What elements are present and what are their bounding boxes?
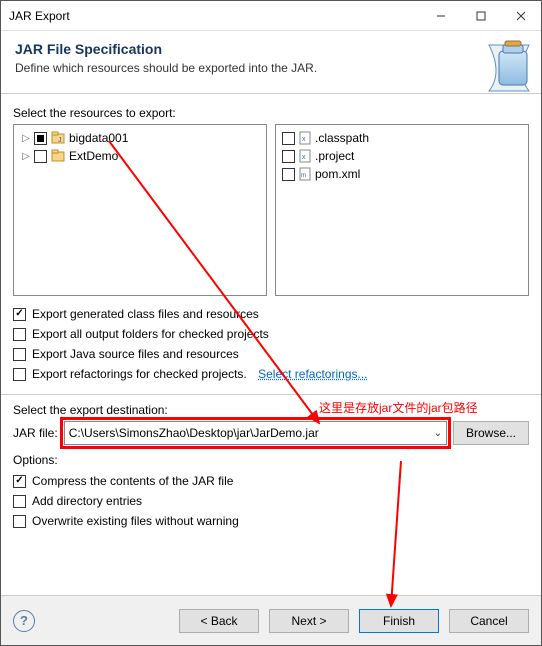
checkbox[interactable] — [13, 515, 26, 528]
opt-overwrite[interactable]: Overwrite existing files without warning — [13, 511, 529, 531]
file-icon: x — [299, 149, 311, 163]
opt-output-folders[interactable]: Export all output folders for checked pr… — [13, 324, 529, 344]
file-icon: m — [299, 167, 311, 181]
opt-compress[interactable]: Compress the contents of the JAR file — [13, 471, 529, 491]
checkbox[interactable] — [34, 150, 47, 163]
file-label: .project — [315, 149, 354, 163]
file-list-pane[interactable]: x .classpath x .project m pom.xml — [275, 124, 529, 296]
destination-row: JAR file: C:\Users\SimonsZhao\Desktop\ja… — [13, 421, 529, 445]
checkbox[interactable] — [282, 168, 295, 181]
opt-label: Export Java source files and resources — [32, 347, 239, 361]
export-options: Export generated class files and resourc… — [13, 304, 529, 384]
opt-label: Export refactorings for checked projects… — [32, 367, 247, 381]
checkbox[interactable] — [282, 150, 295, 163]
opt-label: Compress the contents of the JAR file — [32, 474, 233, 488]
opt-refactorings[interactable]: Export refactorings for checked projects… — [13, 364, 529, 384]
project-icon — [51, 149, 65, 163]
chevron-down-icon[interactable]: ⌄ — [434, 428, 442, 439]
window-title: JAR Export — [9, 9, 421, 23]
list-item[interactable]: x .classpath — [280, 129, 524, 147]
checkbox[interactable] — [13, 368, 26, 381]
file-label: pom.xml — [315, 167, 360, 181]
help-button[interactable]: ? — [13, 610, 35, 632]
checkbox[interactable] — [34, 132, 47, 145]
svg-text:m: m — [301, 173, 306, 179]
jar-file-combo[interactable]: C:\Users\SimonsZhao\Desktop\jar\JarDemo.… — [64, 421, 447, 445]
jar-icon — [485, 37, 535, 98]
close-button[interactable] — [501, 1, 541, 30]
list-item[interactable]: m pom.xml — [280, 165, 524, 183]
dialog-body: Select the resources to export: ▷ J bigd… — [1, 94, 541, 531]
opt-label: Export all output folders for checked pr… — [32, 327, 269, 341]
tree-item-label: ExtDemo — [69, 149, 118, 163]
page-title: JAR File Specification — [15, 41, 527, 57]
checkbox[interactable] — [282, 132, 295, 145]
checkbox[interactable] — [13, 348, 26, 361]
tree-row[interactable]: ▷ J bigdata001 — [18, 129, 262, 147]
minimize-button[interactable] — [421, 1, 461, 30]
page-subtitle: Define which resources should be exporte… — [15, 61, 527, 75]
options-group: Options: Compress the contents of the JA… — [13, 453, 529, 531]
finish-button[interactable]: Finish — [359, 609, 439, 633]
file-icon: x — [299, 131, 311, 145]
expand-icon[interactable]: ▷ — [20, 151, 32, 162]
checkbox[interactable] — [13, 328, 26, 341]
project-tree-pane[interactable]: ▷ J bigdata001 ▷ ExtDemo — [13, 124, 267, 296]
svg-text:x: x — [302, 154, 306, 161]
opt-label: Add directory entries — [32, 494, 142, 508]
jar-file-value: C:\Users\SimonsZhao\Desktop\jar\JarDemo.… — [69, 426, 319, 440]
separator — [1, 394, 541, 395]
title-bar: JAR Export — [1, 1, 541, 31]
checkbox[interactable] — [13, 308, 26, 321]
opt-add-dir[interactable]: Add directory entries — [13, 491, 529, 511]
expand-icon[interactable]: ▷ — [20, 133, 32, 144]
opt-label: Export generated class files and resourc… — [32, 307, 259, 321]
checkbox[interactable] — [13, 475, 26, 488]
maximize-button[interactable] — [461, 1, 501, 30]
svg-text:x: x — [302, 136, 306, 143]
select-resources-label: Select the resources to export: — [13, 106, 529, 120]
tree-row[interactable]: ▷ ExtDemo — [18, 147, 262, 165]
opt-label: Overwrite existing files without warning — [32, 514, 239, 528]
window-buttons — [421, 1, 541, 30]
dialog-window: JAR Export JAR File Specification Define… — [0, 0, 542, 646]
cancel-button[interactable]: Cancel — [449, 609, 529, 633]
back-button[interactable]: < Back — [179, 609, 259, 633]
list-item[interactable]: x .project — [280, 147, 524, 165]
dialog-footer: ? < Back Next > Finish Cancel — [1, 595, 541, 645]
dialog-header: JAR File Specification Define which reso… — [1, 31, 541, 94]
annotation-text: 这里是存放jar文件的jar包路径 — [319, 399, 478, 416]
browse-button[interactable]: Browse... — [453, 421, 529, 445]
svg-text:J: J — [58, 137, 62, 144]
checkbox[interactable] — [13, 495, 26, 508]
project-icon: J — [51, 131, 65, 145]
next-button[interactable]: Next > — [269, 609, 349, 633]
select-refactorings-link[interactable]: Select refactorings... — [258, 367, 367, 381]
opt-generated[interactable]: Export generated class files and resourc… — [13, 304, 529, 324]
resource-panes: ▷ J bigdata001 ▷ ExtDemo x .classpath — [13, 124, 529, 296]
file-label: .classpath — [315, 131, 369, 145]
options-label: Options: — [13, 453, 529, 467]
tree-item-label: bigdata001 — [69, 131, 128, 145]
jar-file-label: JAR file: — [13, 426, 58, 440]
opt-java-source[interactable]: Export Java source files and resources — [13, 344, 529, 364]
